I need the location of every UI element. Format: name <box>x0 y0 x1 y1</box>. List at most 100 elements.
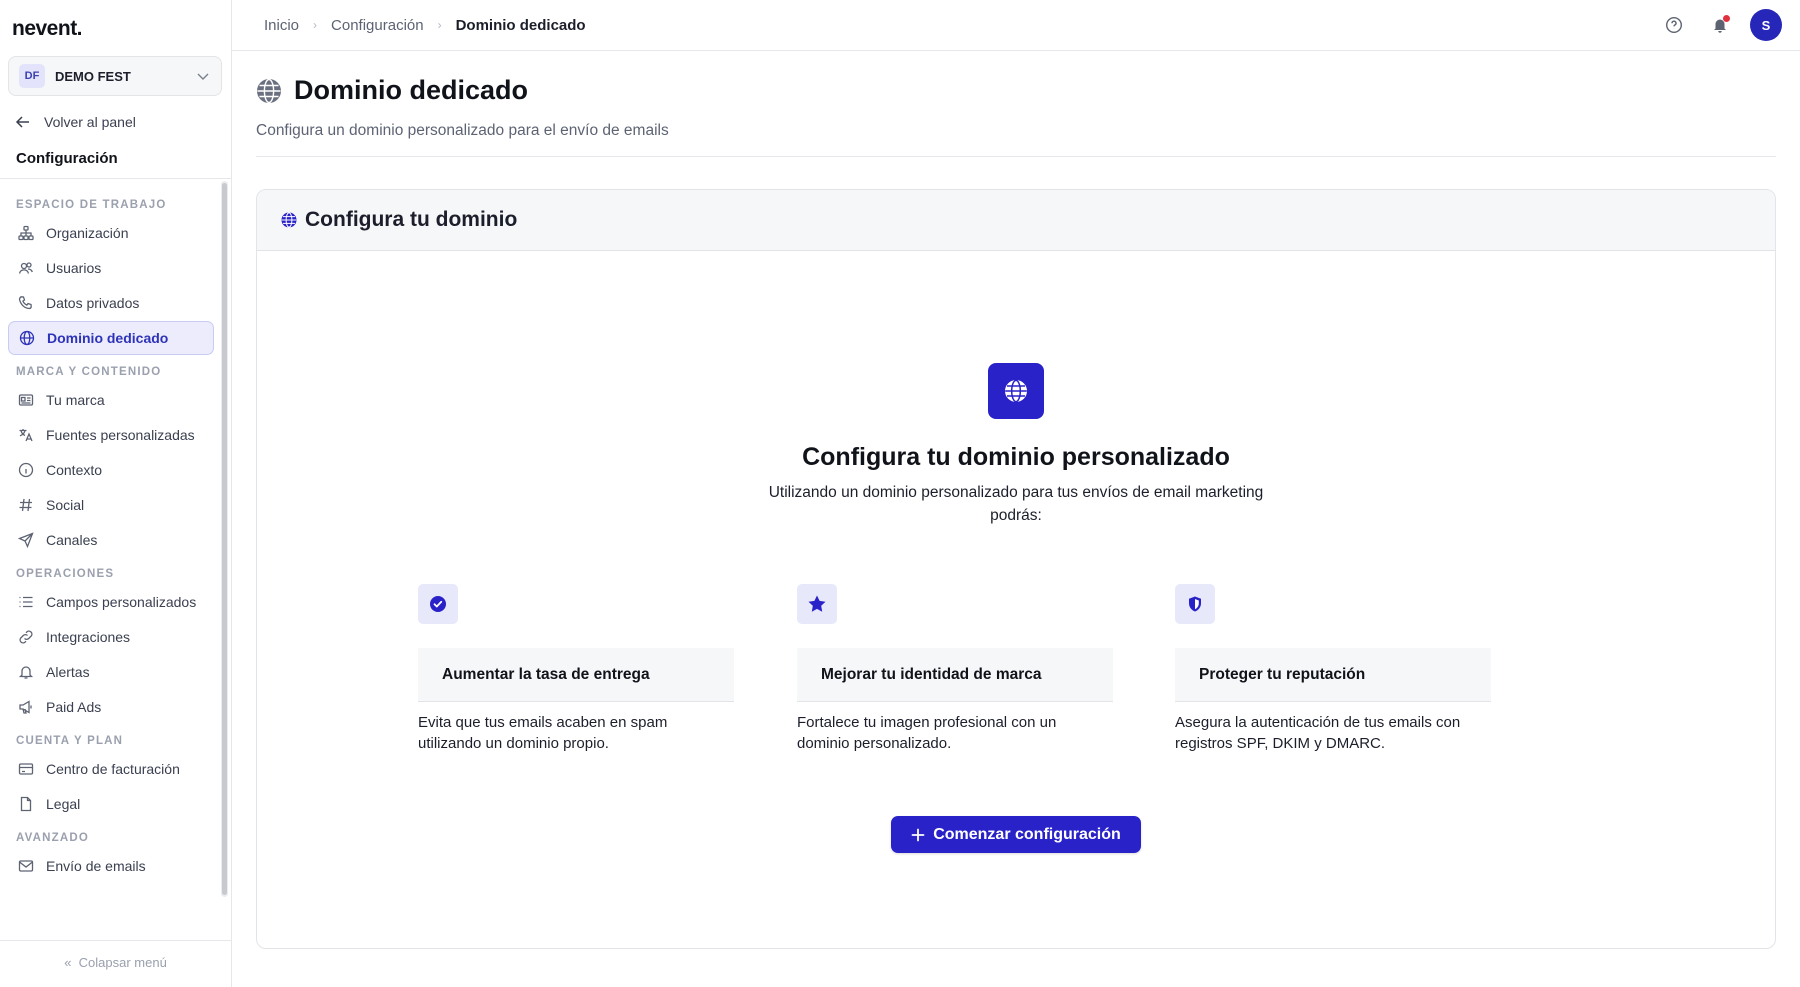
collapse-menu-button[interactable]: « Colapsar menú <box>0 955 231 970</box>
feature-description: Asegura la autenticación de tus emails c… <box>1175 714 1461 752</box>
page-subtitle: Configura un dominio personalizado para … <box>256 122 669 139</box>
org-avatar: DF <box>19 64 45 88</box>
card-title: Configura tu dominio <box>305 208 518 231</box>
nav-section-operations: OPERACIONES <box>16 568 115 580</box>
sidebar-item-fuentes-personalizadas[interactable]: Fuentes personalizadas <box>8 418 214 452</box>
sidebar-item-label: Canales <box>46 532 98 548</box>
breadcrumb-inicio[interactable]: Inicio <box>264 17 299 34</box>
app-logo[interactable]: nevent. <box>12 17 83 41</box>
credit-card-icon <box>18 763 34 775</box>
feature-title: Aumentar la tasa de entrega <box>418 648 734 702</box>
sidebar-item-legal[interactable]: Legal <box>8 787 214 821</box>
card-header: Configura tu dominio <box>257 190 1775 251</box>
send-icon <box>18 532 34 548</box>
star-icon <box>808 595 826 612</box>
start-configuration-button[interactable]: Comenzar configuración <box>891 816 1141 853</box>
sidebar-item-canales[interactable]: Canales <box>8 523 214 557</box>
sidebar-item-social[interactable]: Social <box>8 488 214 522</box>
sidebar-item-paid-ads[interactable]: Paid Ads <box>8 690 214 724</box>
top-actions: S <box>1644 9 1782 41</box>
feature-title: Proteger tu reputación <box>1175 648 1491 702</box>
globe-icon <box>281 212 297 228</box>
hero-globe-badge <box>988 363 1044 419</box>
sidebar-item-centro-facturacion[interactable]: Centro de facturación <box>8 752 214 786</box>
sidebar-item-label: Dominio dedicado <box>47 330 169 346</box>
shield-icon <box>1189 596 1201 612</box>
sidebar-item-label: Centro de facturación <box>46 761 180 777</box>
feature-icon-box <box>797 584 837 624</box>
sidebar-item-label: Fuentes personalizadas <box>46 427 195 443</box>
feature-brand-identity: Mejorar tu identidad de marca Fortalece … <box>797 584 1113 754</box>
check-badge-icon <box>430 596 446 612</box>
chevron-down-icon <box>197 73 209 80</box>
document-icon <box>20 796 32 812</box>
sidebar-item-label: Social <box>46 497 85 513</box>
breadcrumb-configuracion[interactable]: Configuración <box>331 17 424 34</box>
sidebar-item-label: Usuarios <box>46 260 102 276</box>
back-to-panel-label: Volver al panel <box>44 114 136 130</box>
info-icon <box>18 462 34 478</box>
sidebar-item-integraciones[interactable]: Integraciones <box>8 620 214 654</box>
feature-reputation: Proteger tu reputación Asegura la autent… <box>1175 584 1491 754</box>
sidebar-item-organizacion[interactable]: Organización <box>8 216 214 250</box>
breadcrumb-current: Dominio dedicado <box>455 16 586 34</box>
start-configuration-label: Comenzar configuración <box>933 825 1121 843</box>
user-avatar[interactable]: S <box>1750 9 1782 41</box>
settings-nav: ESPACIO DE TRABAJO Organización Usuarios… <box>8 189 214 884</box>
help-button[interactable] <box>1658 9 1690 41</box>
feature-description: Fortalece tu imagen profesional con un d… <box>797 714 1057 752</box>
list-icon <box>19 596 33 608</box>
domain-setup-card: Configura tu dominio Configura tu domini… <box>256 189 1776 949</box>
feature-title: Mejorar tu identidad de marca <box>797 648 1113 702</box>
hash-icon <box>19 498 32 512</box>
sidebar-item-label: Integraciones <box>46 629 131 645</box>
sidebar-item-alertas[interactable]: Alertas <box>8 655 214 689</box>
help-icon <box>1665 16 1683 34</box>
header-divider <box>256 156 1776 157</box>
feature-description: Evita que tus emails acaben en spam util… <box>418 714 668 752</box>
globe-icon <box>1005 379 1027 403</box>
feature-icon-box <box>1175 584 1215 624</box>
sidebar-item-envio-emails[interactable]: Envío de emails <box>8 849 214 883</box>
organization-selector[interactable]: DF DEMO FEST <box>8 56 222 96</box>
arrow-left-icon <box>15 116 29 128</box>
mail-icon <box>18 860 34 872</box>
sidebar: nevent. DF DEMO FEST Volver al panel Con… <box>0 0 232 987</box>
notifications-button[interactable] <box>1704 9 1736 41</box>
sidebar-item-label: Alertas <box>46 664 90 680</box>
globe-icon <box>19 330 35 346</box>
plus-icon <box>911 828 925 841</box>
bell-icon <box>18 666 34 679</box>
back-to-panel-link[interactable]: Volver al panel <box>14 113 136 131</box>
sidebar-item-label: Envío de emails <box>46 858 146 874</box>
sidebar-item-tu-marca[interactable]: Tu marca <box>8 383 214 417</box>
sidebar-item-campos-personalizados[interactable]: Campos personalizados <box>8 585 214 619</box>
feature-delivery: Aumentar la tasa de entrega Evita que tu… <box>418 584 734 754</box>
sidebar-item-usuarios[interactable]: Usuarios <box>8 251 214 285</box>
nav-section-workspace: ESPACIO DE TRABAJO <box>16 199 167 211</box>
sidebar-item-dominio-dedicado[interactable]: Dominio dedicado <box>8 321 214 355</box>
breadcrumb: Inicio › Configuración › Dominio dedicad… <box>264 17 586 34</box>
link-icon <box>19 630 33 644</box>
page-title: Dominio dedicado <box>294 75 529 105</box>
org-name: DEMO FEST <box>55 68 131 84</box>
chevron-right-icon: › <box>313 18 318 32</box>
sidebar-item-label: Legal <box>46 796 81 812</box>
sidebar-item-label: Datos privados <box>46 295 140 311</box>
sidebar-item-label: Organización <box>46 225 129 241</box>
sidebar-item-label: Tu marca <box>46 392 105 408</box>
sidebar-divider <box>0 178 231 179</box>
globe-icon <box>257 78 281 103</box>
feature-icon-box <box>418 584 458 624</box>
top-bar: Inicio › Configuración › Dominio dedicad… <box>232 0 1800 51</box>
sidebar-item-datos-privados[interactable]: Datos privados <box>8 286 214 320</box>
sidebar-title: Configuración <box>16 150 118 167</box>
sidebar-scrollbar-thumb[interactable] <box>222 183 227 895</box>
sidebar-footer-divider <box>0 940 231 941</box>
org-chart-icon <box>18 225 34 241</box>
notification-dot <box>1723 15 1730 22</box>
sidebar-item-contexto[interactable]: Contexto <box>8 453 214 487</box>
sidebar-item-label: Contexto <box>46 462 103 478</box>
phone-icon <box>18 296 32 310</box>
nav-section-account: CUENTA Y PLAN <box>16 735 124 747</box>
